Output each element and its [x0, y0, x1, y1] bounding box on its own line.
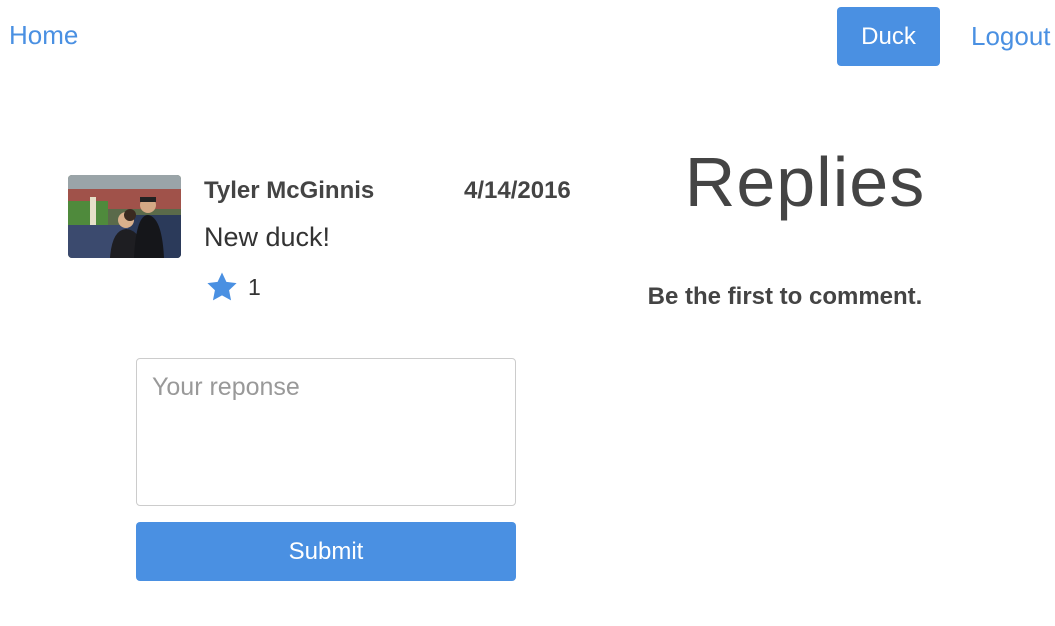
user-photo-avatar-icon [68, 175, 181, 258]
duck-details-page: Home Duck Logout Tyler McGinnis 4/14/201… [0, 0, 1055, 626]
duck-text: New duck! [204, 222, 331, 252]
nav-home-link[interactable]: Home [9, 18, 78, 52]
nav-logout-link[interactable]: Logout [971, 19, 1051, 53]
avatar [68, 175, 181, 258]
response-input[interactable] [136, 358, 516, 506]
new-duck-button[interactable]: Duck [837, 7, 940, 66]
submit-button[interactable]: Submit [136, 522, 516, 581]
replies-title: Replies [684, 143, 926, 221]
star-icon[interactable] [204, 270, 240, 304]
replies-empty-message: Be the first to comment. [647, 283, 923, 310]
like-button[interactable]: 1 [204, 270, 261, 304]
like-count: 1 [248, 274, 261, 300]
duck-timestamp: 4/14/2016 [464, 177, 571, 204]
duck-author: Tyler McGinnis [204, 177, 375, 204]
